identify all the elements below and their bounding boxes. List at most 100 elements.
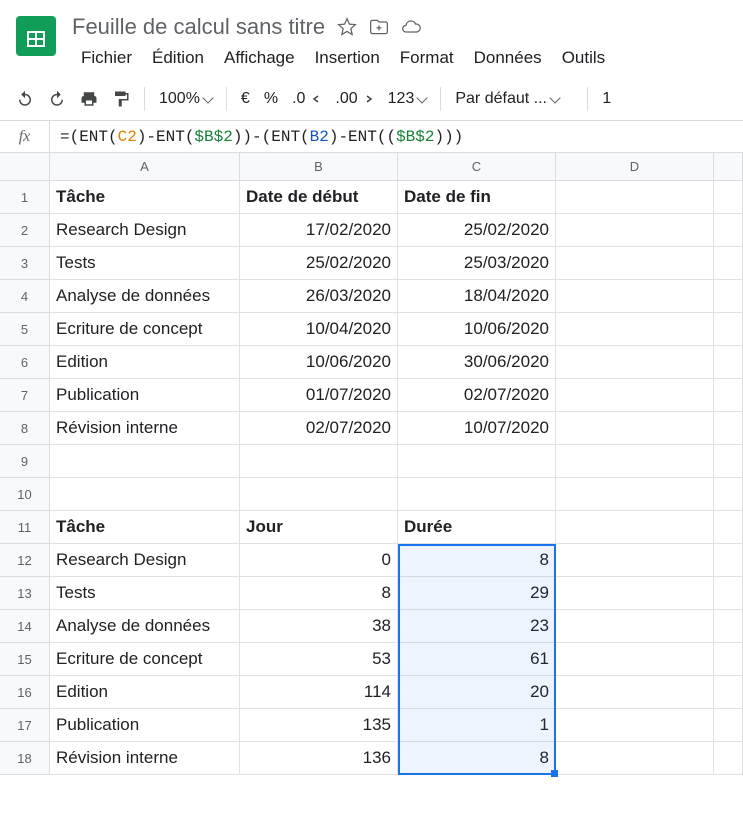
cell-D4[interactable]: [556, 280, 714, 313]
cell-B10[interactable]: [240, 478, 398, 511]
cell-A13[interactable]: Tests: [50, 577, 240, 610]
cell-C17[interactable]: 1: [398, 709, 556, 742]
formula-input[interactable]: =(ENT(C2)-ENT($B$2))-(ENT(B2)-ENT(($B$2)…: [50, 128, 743, 146]
cell-E14[interactable]: [714, 610, 743, 643]
column-header-A[interactable]: A: [50, 153, 240, 181]
cell-B5[interactable]: 10/04/2020: [240, 313, 398, 346]
cell-E17[interactable]: [714, 709, 743, 742]
row-header-9[interactable]: 9: [0, 445, 50, 478]
cell-C9[interactable]: [398, 445, 556, 478]
cell-C8[interactable]: 10/07/2020: [398, 412, 556, 445]
spreadsheet-grid[interactable]: ABCD 123456789101112131415161718 TâcheDa…: [0, 153, 743, 775]
cell-B12[interactable]: 0: [240, 544, 398, 577]
cell-D15[interactable]: [556, 643, 714, 676]
menu-format[interactable]: Format: [391, 44, 463, 72]
row-header-12[interactable]: 12: [0, 544, 50, 577]
row-header-4[interactable]: 4: [0, 280, 50, 313]
sheets-logo[interactable]: [16, 16, 56, 56]
cell-B1[interactable]: Date de début: [240, 181, 398, 214]
cell-D5[interactable]: [556, 313, 714, 346]
row-header-17[interactable]: 17: [0, 709, 50, 742]
row-header-1[interactable]: 1: [0, 181, 50, 214]
cell-A7[interactable]: Publication: [50, 379, 240, 412]
cell-C15[interactable]: 61: [398, 643, 556, 676]
cell-E8[interactable]: [714, 412, 743, 445]
cell-C11[interactable]: Durée: [398, 511, 556, 544]
cell-D7[interactable]: [556, 379, 714, 412]
menu-outils[interactable]: Outils: [553, 44, 614, 72]
menu-données[interactable]: Données: [465, 44, 551, 72]
cell-A12[interactable]: Research Design: [50, 544, 240, 577]
paint-format-icon[interactable]: [106, 84, 136, 114]
cell-A14[interactable]: Analyse de données: [50, 610, 240, 643]
cell-C2[interactable]: 25/02/2020: [398, 214, 556, 247]
cell-E1[interactable]: [714, 181, 743, 214]
cell-B8[interactable]: 02/07/2020: [240, 412, 398, 445]
cell-E4[interactable]: [714, 280, 743, 313]
menu-affichage[interactable]: Affichage: [215, 44, 304, 72]
cell-D10[interactable]: [556, 478, 714, 511]
cell-B13[interactable]: 8: [240, 577, 398, 610]
zoom-selector[interactable]: 100%: [153, 86, 218, 112]
cell-A1[interactable]: Tâche: [50, 181, 240, 214]
cell-B14[interactable]: 38: [240, 610, 398, 643]
cell-E2[interactable]: [714, 214, 743, 247]
cell-A2[interactable]: Research Design: [50, 214, 240, 247]
cloud-status-icon[interactable]: [401, 17, 421, 37]
cell-E11[interactable]: [714, 511, 743, 544]
cell-B11[interactable]: Jour: [240, 511, 398, 544]
cell-D13[interactable]: [556, 577, 714, 610]
cell-B17[interactable]: 135: [240, 709, 398, 742]
cell-C13[interactable]: 29: [398, 577, 556, 610]
cell-E9[interactable]: [714, 445, 743, 478]
cell-D6[interactable]: [556, 346, 714, 379]
cell-C3[interactable]: 25/03/2020: [398, 247, 556, 280]
row-header-15[interactable]: 15: [0, 643, 50, 676]
cell-D1[interactable]: [556, 181, 714, 214]
row-header-6[interactable]: 6: [0, 346, 50, 379]
cell-E13[interactable]: [714, 577, 743, 610]
row-header-13[interactable]: 13: [0, 577, 50, 610]
fx-icon[interactable]: fx: [0, 121, 50, 152]
cell-E6[interactable]: [714, 346, 743, 379]
column-header-partial[interactable]: [714, 153, 743, 181]
cell-B15[interactable]: 53: [240, 643, 398, 676]
cell-D11[interactable]: [556, 511, 714, 544]
number-format-selector[interactable]: 123: [382, 86, 433, 112]
cell-A16[interactable]: Edition: [50, 676, 240, 709]
cell-B16[interactable]: 114: [240, 676, 398, 709]
cell-C7[interactable]: 02/07/2020: [398, 379, 556, 412]
cell-A3[interactable]: Tests: [50, 247, 240, 280]
menu-insertion[interactable]: Insertion: [306, 44, 389, 72]
cell-E7[interactable]: [714, 379, 743, 412]
cell-C18[interactable]: 8: [398, 742, 556, 775]
cell-C12[interactable]: 8: [398, 544, 556, 577]
row-header-3[interactable]: 3: [0, 247, 50, 280]
currency-button[interactable]: €: [235, 86, 256, 112]
star-icon[interactable]: [337, 17, 357, 37]
cell-B3[interactable]: 25/02/2020: [240, 247, 398, 280]
cell-E5[interactable]: [714, 313, 743, 346]
cell-A8[interactable]: Révision interne: [50, 412, 240, 445]
cell-A11[interactable]: Tâche: [50, 511, 240, 544]
cell-B2[interactable]: 17/02/2020: [240, 214, 398, 247]
cell-D9[interactable]: [556, 445, 714, 478]
menu-fichier[interactable]: Fichier: [72, 44, 141, 72]
cell-A18[interactable]: Révision interne: [50, 742, 240, 775]
cell-E12[interactable]: [714, 544, 743, 577]
cell-C4[interactable]: 18/04/2020: [398, 280, 556, 313]
cell-C16[interactable]: 20: [398, 676, 556, 709]
cell-C14[interactable]: 23: [398, 610, 556, 643]
redo-icon[interactable]: [42, 84, 72, 114]
cell-C10[interactable]: [398, 478, 556, 511]
cell-B4[interactable]: 26/03/2020: [240, 280, 398, 313]
menu-édition[interactable]: Édition: [143, 44, 213, 72]
row-header-11[interactable]: 11: [0, 511, 50, 544]
cell-A6[interactable]: Edition: [50, 346, 240, 379]
cell-A10[interactable]: [50, 478, 240, 511]
cell-A5[interactable]: Ecriture de concept: [50, 313, 240, 346]
column-header-C[interactable]: C: [398, 153, 556, 181]
percent-button[interactable]: %: [258, 86, 284, 112]
decrease-decimal-button[interactable]: .0: [286, 86, 327, 112]
cell-A9[interactable]: [50, 445, 240, 478]
